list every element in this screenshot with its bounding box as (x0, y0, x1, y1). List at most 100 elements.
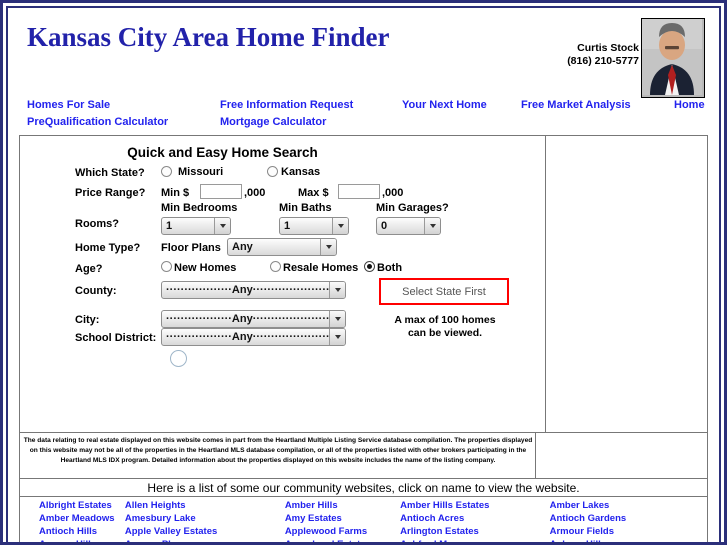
table-cell: Armour Fields (550, 526, 707, 539)
label-min-baths: Min Baths (279, 202, 332, 214)
table-cell: Antioch Hills (20, 526, 125, 539)
nav-mortgage-calculator[interactable]: Mortgage Calculator (220, 116, 326, 128)
community-link[interactable]: Apple Valley Estates (125, 526, 217, 537)
community-link[interactable]: Amber Lakes (550, 500, 610, 511)
radio-age-new-homes[interactable] (161, 261, 172, 272)
table-cell: Ashford Manor (400, 539, 549, 542)
max-homes-note-line1: A max of 100 homes (394, 314, 496, 326)
table-row: Amber Meadows Amesbury Lake Amy Estates … (20, 513, 707, 526)
table-cell: Amber Meadows (20, 513, 125, 526)
community-link[interactable]: Ashford Manor (400, 539, 468, 542)
table-row: Antioch Hills Apple Valley Estates Apple… (20, 526, 707, 539)
table-cell: Apple Valley Estates (125, 526, 285, 539)
radio-age-resale-homes[interactable] (270, 261, 281, 272)
community-link[interactable]: Amber Hills Estates (400, 500, 489, 511)
table-cell: Arrowhead Estates (285, 539, 400, 542)
community-link[interactable]: Applewood Farms (285, 526, 367, 537)
radio-state-missouri[interactable] (161, 166, 172, 177)
table-cell: Amy Estates (285, 513, 400, 526)
price-max-input[interactable] (338, 184, 380, 199)
min-garages-value: 0 (381, 220, 388, 232)
community-link[interactable]: Amber Hills (285, 500, 338, 511)
nav-home[interactable]: Home (674, 99, 705, 111)
table-cell: Applewood Farms (285, 526, 400, 539)
label-age-new-homes: New Homes (174, 262, 237, 274)
community-link[interactable]: Armour Fields (550, 526, 614, 537)
label-price-min: Min $ (161, 187, 190, 199)
price-min-input[interactable] (200, 184, 242, 199)
min-garages-select[interactable]: 0 (376, 217, 441, 235)
go-button[interactable]: Go (170, 350, 187, 367)
table-cell: Armour Hills (20, 539, 125, 542)
agent-name: Curtis Stock (577, 42, 639, 54)
city-select[interactable]: ··················Any···················… (161, 310, 346, 328)
community-link[interactable]: Armour Place (125, 539, 187, 542)
table-cell: Auburn Hills (550, 539, 707, 542)
community-list: Albright Estates Allen Heights Amber Hil… (19, 497, 708, 542)
label-county: County: (75, 285, 117, 297)
school-district-select[interactable]: ··················Any···················… (161, 328, 346, 346)
min-bedrooms-value: 1 (166, 220, 173, 232)
table-cell: Antioch Gardens (550, 513, 707, 526)
label-school-district: School District: (75, 332, 157, 344)
label-price-max: Max $ (298, 187, 329, 199)
nav-prequalification-calculator[interactable]: PreQualification Calculator (27, 116, 168, 128)
browser-page: Kansas City Area Home Finder Curtis Stoc… (0, 0, 727, 545)
table-cell: Allen Heights (125, 500, 285, 513)
chevron-down-icon (424, 218, 440, 234)
label-price-max-suffix: ,000 (382, 187, 404, 199)
page-content: Kansas City Area Home Finder Curtis Stoc… (10, 10, 717, 542)
label-age-resale-homes: Resale Homes (283, 262, 359, 274)
community-link[interactable]: Albright Estates (39, 500, 112, 511)
label-home-type: Home Type? (75, 242, 141, 254)
max-homes-note-line2: can be viewed. (407, 327, 483, 339)
community-link[interactable]: Antioch Hills (39, 526, 97, 537)
site-header: Kansas City Area Home Finder Curtis Stoc… (10, 10, 717, 98)
max-homes-note: A max of 100 homes can be viewed. (375, 314, 515, 340)
nav-homes-for-sale[interactable]: Homes For Sale (27, 99, 110, 111)
agent-portrait-icon (642, 19, 702, 95)
county-select[interactable]: ··················Any···················… (161, 281, 346, 299)
radio-age-both[interactable] (364, 261, 375, 272)
community-link[interactable]: Amesbury Lake (125, 513, 196, 524)
chevron-down-icon (329, 329, 345, 345)
community-link[interactable]: Amber Meadows (39, 513, 115, 524)
min-bedrooms-select[interactable]: 1 (161, 217, 231, 235)
min-baths-value: 1 (284, 220, 291, 232)
community-link[interactable]: Armour Hills (39, 539, 96, 542)
community-link[interactable]: Allen Heights (125, 500, 186, 511)
table-cell: Amesbury Lake (125, 513, 285, 526)
table-cell: Albright Estates (20, 500, 125, 513)
chevron-down-icon (214, 218, 230, 234)
table-cell: Amber Hills Estates (400, 500, 549, 513)
radio-state-kansas[interactable] (267, 166, 278, 177)
table-row: Armour Hills Armour Place Arrowhead Esta… (20, 539, 707, 542)
mls-disclaimer-text: The data relating to real estate display… (23, 437, 533, 464)
community-list-heading: Here is a list of some our community web… (19, 479, 708, 497)
county-value: ··················Any···················… (166, 284, 329, 296)
community-link[interactable]: Arrowhead Estates (285, 539, 371, 542)
community-link[interactable]: Antioch Gardens (550, 513, 627, 524)
select-state-first-notice: Select State First (379, 278, 509, 305)
label-price-range: Price Range? (75, 187, 146, 199)
search-form-title: Quick and Easy Home Search (127, 145, 318, 160)
page-inner-frame: Kansas City Area Home Finder Curtis Stoc… (6, 6, 721, 542)
community-link[interactable]: Antioch Acres (400, 513, 464, 524)
table-cell: Arlington Estates (400, 526, 549, 539)
community-table: Albright Estates Allen Heights Amber Hil… (20, 500, 707, 542)
community-link[interactable]: Amy Estates (285, 513, 342, 524)
disclaimer-section: The data relating to real estate display… (19, 432, 708, 479)
label-age-both: Both (377, 262, 403, 274)
school-district-value: ··················Any···················… (166, 331, 329, 343)
floor-plans-select[interactable]: Any (227, 238, 337, 256)
nav-free-market-analysis[interactable]: Free Market Analysis (521, 99, 631, 111)
nav-free-information-request[interactable]: Free Information Request (220, 99, 353, 111)
nav-your-next-home[interactable]: Your Next Home (402, 99, 487, 111)
community-link[interactable]: Auburn Hills (550, 539, 606, 542)
agent-phone: (816) 210-5777 (567, 55, 639, 67)
table-cell: Antioch Acres (400, 513, 549, 526)
community-link[interactable]: Arlington Estates (400, 526, 479, 537)
min-baths-select[interactable]: 1 (279, 217, 349, 235)
label-min-garages: Min Garages? (376, 202, 449, 214)
agent-contact: Curtis Stock (816) 210-5777 (567, 42, 639, 68)
